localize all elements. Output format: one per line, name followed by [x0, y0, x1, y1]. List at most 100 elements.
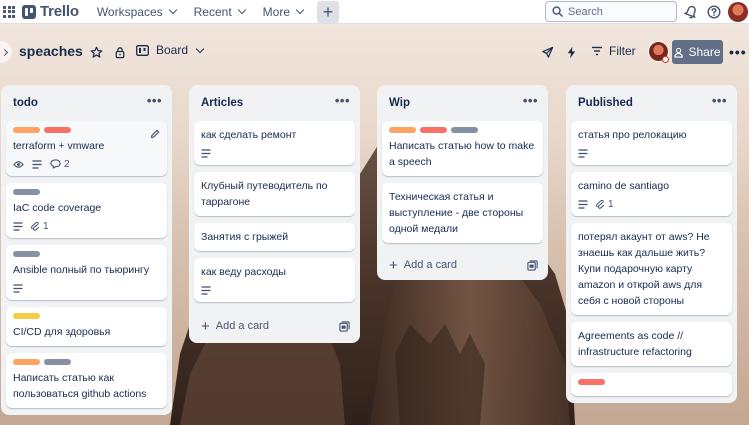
- card[interactable]: terraform + vmware 2: [6, 121, 167, 176]
- list-actions-button[interactable]: •••: [147, 94, 162, 107]
- notifications-button[interactable]: [682, 3, 700, 21]
- card-list: статья про релокацию camino de santiago: [566, 121, 737, 396]
- description-icon: [578, 199, 588, 209]
- label-orange[interactable]: [13, 359, 40, 365]
- filter-button[interactable]: Filter: [591, 44, 636, 58]
- card-badges: 2: [13, 158, 160, 170]
- card[interactable]: Клубный путеводитель по таррагоне: [194, 172, 355, 216]
- card[interactable]: Agreements as code // infrastructure ref…: [571, 322, 732, 366]
- description-icon: [32, 159, 42, 169]
- card-labels: [578, 379, 725, 385]
- create-button[interactable]: +: [317, 0, 339, 23]
- edit-card-button[interactable]: [150, 129, 160, 142]
- list-title[interactable]: Published: [578, 97, 633, 109]
- search-input[interactable]: [568, 5, 668, 18]
- lightning-icon: [567, 46, 576, 58]
- help-button[interactable]: [705, 3, 723, 21]
- card-title: Техническая статья и выступление - две с…: [389, 191, 524, 235]
- list-header: Articles •••: [189, 85, 360, 121]
- trello-logo[interactable]: Trello: [22, 0, 79, 24]
- card[interactable]: Занятия с грыжей: [194, 223, 355, 251]
- workspaces-menu-button[interactable]: Workspaces: [89, 0, 184, 24]
- card[interactable]: потерял акаунт от aws? Не знаешь как дал…: [571, 223, 732, 315]
- attachment-count: 1: [608, 198, 614, 210]
- add-member-icon: [674, 47, 684, 58]
- board-view-switcher[interactable]: Board: [136, 43, 205, 57]
- list-header: todo •••: [1, 85, 172, 121]
- label-orange[interactable]: [389, 127, 416, 133]
- template-icon[interactable]: [339, 320, 350, 332]
- share-button[interactable]: Share: [672, 40, 723, 64]
- card[interactable]: статья про релокацию: [571, 121, 732, 165]
- card[interactable]: CI/CD для здоровья: [6, 307, 167, 346]
- list-title[interactable]: Wip: [389, 97, 410, 109]
- description-icon: [201, 285, 211, 295]
- card-labels: [389, 127, 536, 133]
- card-title: как сделать ремонт: [201, 129, 297, 141]
- recent-menu-button[interactable]: Recent: [186, 0, 253, 24]
- card[interactable]: как веду расходы: [194, 258, 355, 302]
- description-badge: [578, 199, 588, 209]
- description-icon: [13, 221, 23, 231]
- star-board-button[interactable]: [90, 44, 103, 60]
- list-actions-button[interactable]: •••: [523, 94, 538, 107]
- card[interactable]: Написать статью как пользоваться github …: [6, 353, 167, 408]
- card-list: как сделать ремонт Клубный путеводитель …: [189, 121, 360, 302]
- card-badges: [13, 282, 160, 294]
- add-card-button[interactable]: + Add a card: [377, 250, 548, 280]
- rocket-icon: [542, 46, 554, 58]
- card-badges: [201, 147, 348, 159]
- paperclip-icon: [31, 221, 40, 231]
- top-navigation-bar: Trello Workspaces Recent More +: [0, 0, 749, 24]
- add-card-content: + Add a card: [389, 258, 457, 273]
- list-title[interactable]: todo: [13, 97, 38, 109]
- card-title: статья про релокацию: [578, 129, 687, 141]
- label-gray[interactable]: [451, 127, 478, 133]
- card[interactable]: [571, 373, 732, 396]
- template-icon[interactable]: [527, 259, 538, 271]
- label-orange[interactable]: [13, 127, 40, 133]
- card-badges: [201, 284, 348, 296]
- card[interactable]: Техническая статья и выступление - две с…: [382, 183, 543, 243]
- share-label: Share: [688, 45, 721, 59]
- bell-icon: [684, 5, 696, 19]
- label-gray[interactable]: [44, 359, 71, 365]
- list-actions-button[interactable]: •••: [335, 94, 350, 107]
- card-title: terraform + vmware: [13, 140, 105, 152]
- board-view-icon: [136, 44, 149, 56]
- recent-label: Recent: [193, 4, 232, 19]
- list-header: Published •••: [566, 85, 737, 121]
- add-card-content: + Add a card: [201, 319, 269, 334]
- card[interactable]: Ansible полный по тьюрингу: [6, 245, 167, 300]
- label-yellow[interactable]: [13, 313, 40, 319]
- visibility-button[interactable]: [114, 44, 126, 60]
- label-red[interactable]: [44, 127, 71, 133]
- sidebar-expand-button[interactable]: [0, 41, 12, 63]
- board-header: speaches Board Filter Share •••: [0, 30, 749, 75]
- board-title[interactable]: speaches: [19, 43, 83, 59]
- app-switcher-button[interactable]: [0, 0, 18, 24]
- board-menu-button[interactable]: •••: [729, 44, 747, 60]
- description-badge: [578, 148, 588, 158]
- label-gray[interactable]: [13, 251, 40, 257]
- card[interactable]: camino de santiago 1: [571, 172, 732, 216]
- add-card-button[interactable]: + Add a card: [189, 309, 360, 343]
- label-gray[interactable]: [13, 189, 40, 195]
- label-red[interactable]: [578, 379, 605, 385]
- list-actions-button[interactable]: •••: [712, 94, 727, 107]
- automation-button[interactable]: [566, 44, 577, 60]
- description-badge: [13, 283, 23, 293]
- more-menu-button[interactable]: More: [255, 0, 311, 24]
- user-avatar[interactable]: [728, 2, 748, 22]
- card[interactable]: Написать статью how to make a speech: [382, 121, 543, 176]
- list-title[interactable]: Articles: [201, 97, 243, 109]
- attachments-badge: 1: [596, 199, 614, 210]
- card[interactable]: IaC code coverage 1: [6, 183, 167, 238]
- card-badges: [578, 147, 725, 159]
- card[interactable]: как сделать ремонт: [194, 121, 355, 165]
- power-ups-button[interactable]: [541, 44, 554, 60]
- label-red[interactable]: [420, 127, 447, 133]
- chevron-right-icon: [0, 48, 9, 56]
- search-box[interactable]: [545, 1, 677, 22]
- description-icon: [201, 148, 211, 158]
